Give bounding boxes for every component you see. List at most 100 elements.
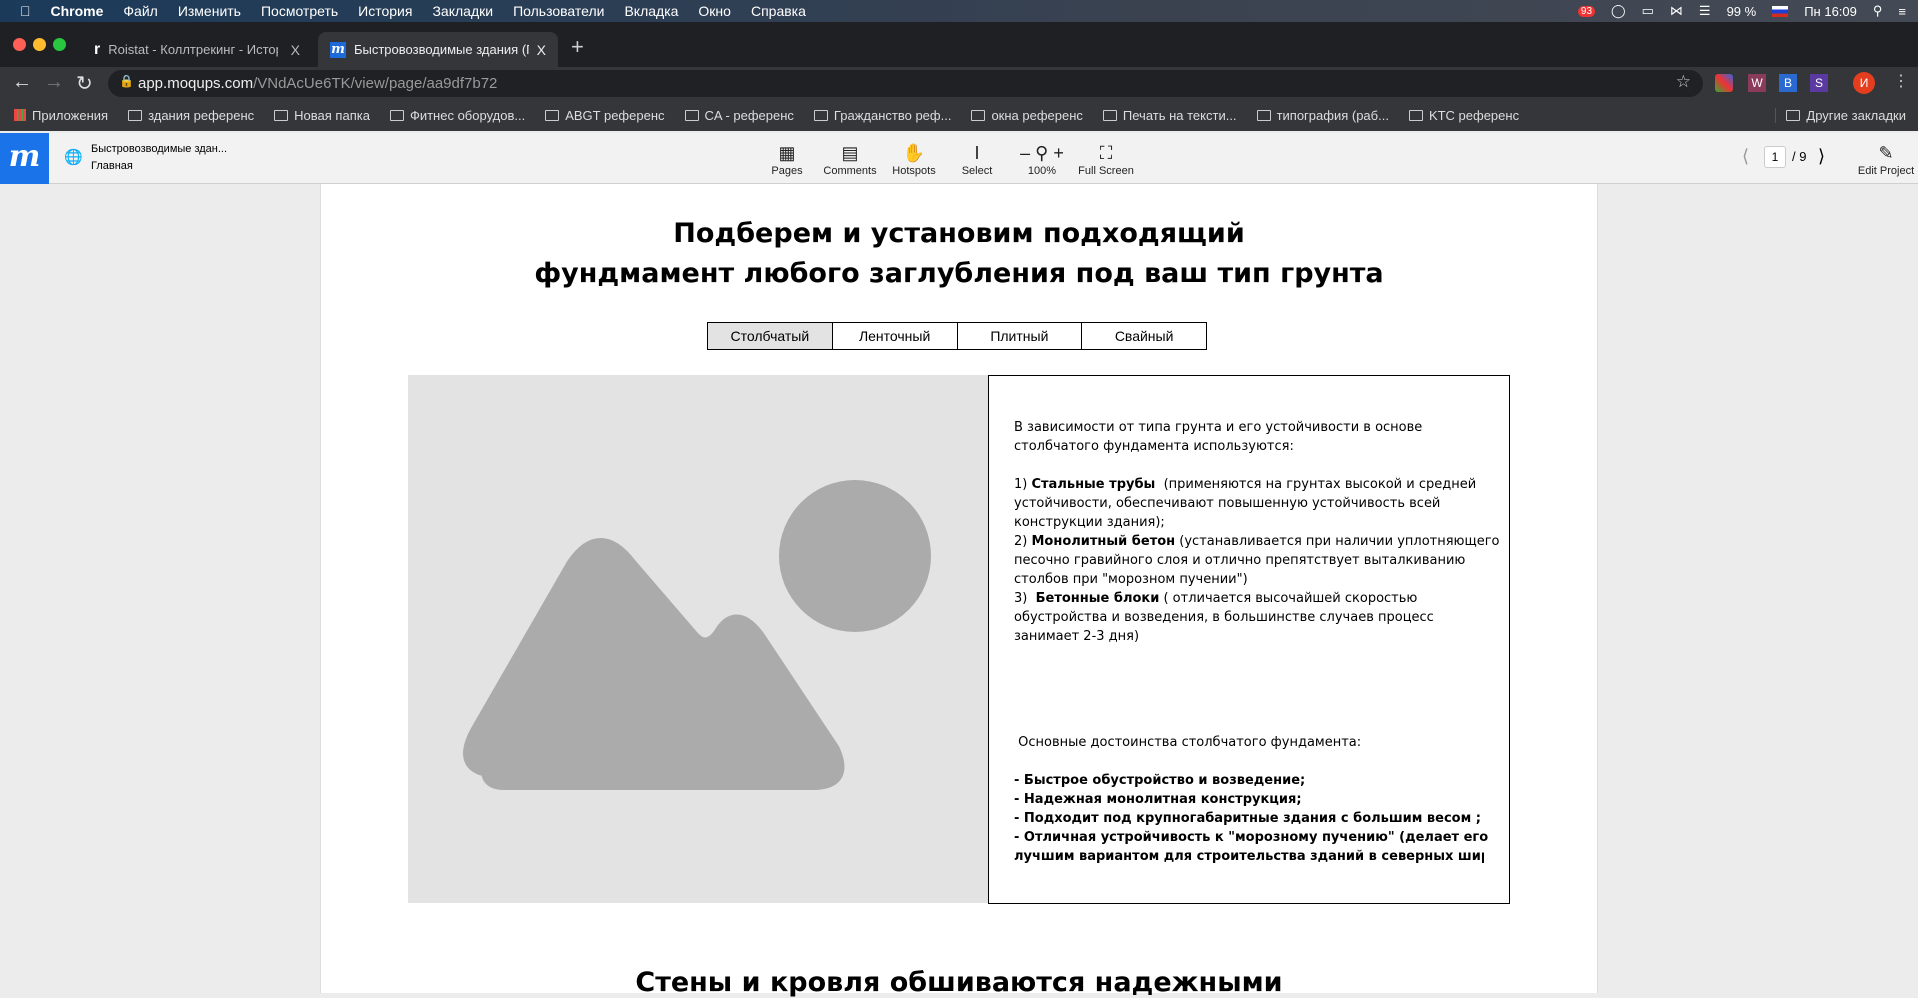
benefit-item: - Быстрое обустройство и возведение; [1014, 773, 1306, 788]
tab-pile[interactable]: Свайный [1082, 323, 1206, 349]
benefit-item: - Отличная устройчивость к "морозному пу… [1014, 830, 1489, 845]
folder-icon [1256, 110, 1271, 121]
benefit-item: - Надежная монолитная конструкция; [1014, 792, 1302, 807]
edit-project-button[interactable]: ✎ Edit Project [1856, 141, 1916, 177]
airplay-icon[interactable]: ▭ [1642, 3, 1654, 19]
battery-status[interactable]: 99 % [1727, 4, 1757, 19]
folder-icon [128, 110, 143, 121]
flag-ru-icon[interactable] [1772, 5, 1789, 17]
globe-icon[interactable]: 🌐 [64, 148, 83, 166]
creative-cloud-icon[interactable]: ◯ [1611, 3, 1626, 19]
tab-slab[interactable]: Плитный [958, 323, 1083, 349]
bookmark-item[interactable]: Новая папка [274, 108, 370, 123]
menu-edit[interactable]: Изменить [178, 3, 241, 19]
next-page-icon[interactable]: ⟩ [1818, 146, 1825, 167]
menu-tab[interactable]: Вкладка [624, 3, 678, 19]
extension-icon[interactable] [1715, 74, 1733, 92]
menu-app[interactable]: Chrome [51, 3, 104, 19]
menu-window[interactable]: Окно [698, 3, 731, 19]
other-bookmarks[interactable]: Другие закладки [1775, 108, 1906, 123]
bookmark-item[interactable]: Гражданство реф... [813, 108, 951, 123]
extension-b-icon[interactable]: B [1779, 74, 1797, 92]
apps-grid-icon [14, 109, 26, 121]
new-tab-button[interactable]: + [571, 34, 584, 60]
chrome-menu-icon[interactable]: ⋮ [1893, 71, 1909, 91]
close-window-button[interactable] [13, 38, 26, 51]
zoom-out-icon[interactable]: – [1020, 143, 1030, 163]
bookmark-item[interactable]: KTC референс [1408, 108, 1519, 123]
tab-strip-foundation[interactable]: Ленточный [833, 323, 958, 349]
back-icon[interactable]: ← [12, 71, 32, 94]
item-2: 2) Монолитный бетон (устанавливается при… [1014, 534, 1500, 549]
address-bar[interactable]: 🔒 app.moqups.com/VNdAcUe6TK/view/page/aa… [108, 70, 1703, 97]
item-1: 1) Стальные трубы (применяются на грунта… [1014, 477, 1477, 492]
minimize-window-button[interactable] [33, 38, 46, 51]
maximize-window-button[interactable] [53, 38, 66, 51]
folder-icon [545, 110, 560, 121]
bookmark-item[interactable]: здания референс [128, 108, 254, 123]
bookmark-apps[interactable]: Приложения [14, 108, 108, 123]
notification-center-icon[interactable]: ≡ [1898, 4, 1906, 19]
item-3: 3) Бетонные блоки ( отличается высочайше… [1014, 591, 1418, 606]
moqups-toolbar: m 🌐 Быстровозводимые здан... Главная ▦ Pa… [0, 133, 1918, 184]
pages-icon: ▦ [778, 143, 796, 163]
select-button[interactable]: I Select [961, 141, 993, 177]
wifi-icon[interactable]: ☰ [1699, 3, 1711, 19]
fullscreen-button[interactable]: ⛶ Full Screen [1078, 141, 1134, 177]
project-name: Быстровозводимые здан... [91, 143, 228, 155]
bookmark-item[interactable]: окна референс [971, 108, 1083, 123]
prototype-page: Подберем и установим подходящий фундмаме… [320, 184, 1598, 998]
folder-icon [274, 110, 289, 121]
bookmark-item[interactable]: CA - референс [684, 108, 794, 123]
section-title-line2: фундмамент любого заглубления под ваш ти… [534, 258, 1384, 289]
description-box: В зависимости от типа грунта и его устой… [988, 375, 1510, 904]
bookmark-item[interactable]: Печать на тексти... [1102, 108, 1237, 123]
page-number-input[interactable]: 1 [1764, 146, 1786, 168]
reload-icon[interactable]: ↻ [76, 71, 93, 96]
menu-file[interactable]: Файл [123, 3, 157, 19]
prev-page-icon[interactable]: ⟨ [1742, 146, 1749, 167]
tab-moqups[interactable]: m Быстровозводимые здания (Прототип) X [318, 32, 558, 67]
image-placeholder-icon [463, 480, 931, 790]
zoom-control[interactable]: – ⚲ +100% [1012, 141, 1072, 177]
bookmark-item[interactable]: Фитнес оборудов... [389, 108, 525, 123]
notification-badge[interactable]: 93 [1577, 5, 1596, 17]
tab-columnar[interactable]: Столбчатый [708, 323, 833, 349]
spotlight-icon[interactable]: ⚲ [1873, 3, 1883, 19]
folder-icon [1408, 110, 1423, 121]
menu-history[interactable]: История [358, 3, 412, 19]
hotspots-button[interactable]: ✋ Hotspots [889, 141, 939, 177]
moqups-logo[interactable]: m [0, 133, 49, 184]
macos-menubar:  Chrome Файл Изменить Посмотреть Истори… [0, 0, 1918, 22]
benefit-item: лучшим вариантом для строительства здани… [1014, 849, 1484, 864]
section-title-line1: Подберем и установим подходящий [673, 218, 1245, 249]
menu-bookmarks[interactable]: Закладки [432, 3, 493, 19]
menu-view[interactable]: Посмотреть [261, 3, 338, 19]
folder-icon [389, 110, 404, 121]
menu-users[interactable]: Пользователи [513, 3, 604, 19]
bookmark-item[interactable]: типография (раб... [1256, 108, 1389, 123]
roistat-favicon-icon: r [94, 40, 101, 58]
text-line: В зависимости от типа грунта и его устой… [1014, 420, 1423, 435]
clock[interactable]: Пн 16:09 [1804, 4, 1857, 19]
close-tab-icon[interactable]: X [537, 42, 546, 58]
apple-icon[interactable]:  [20, 3, 31, 19]
zoom-in-icon[interactable]: + [1053, 143, 1064, 163]
text-line: занимает 2-3 дня) [1014, 629, 1140, 644]
pages-button[interactable]: ▦ Pages [770, 141, 804, 177]
bluetooth-icon[interactable]: ⋈ [1670, 3, 1683, 19]
tab-roistat[interactable]: r Roistat - Коллтрекинг - История X [82, 32, 312, 67]
comment-icon: ▤ [841, 143, 859, 163]
url-host: app.moqups.com [138, 75, 254, 92]
tab-strip: r Roistat - Коллтрекинг - История X m Бы… [0, 22, 1918, 67]
bookmark-item[interactable]: ABGT референс [545, 108, 665, 123]
bookmark-star-icon[interactable]: ☆ [1676, 72, 1691, 92]
tab-title: Быстровозводимые здания (Прототип) [353, 42, 529, 57]
menu-help[interactable]: Справка [751, 3, 806, 19]
comments-button[interactable]: ▤ Comments [822, 141, 878, 177]
forward-icon[interactable]: → [44, 71, 64, 94]
extension-w-icon[interactable]: W [1748, 74, 1766, 92]
close-tab-icon[interactable]: X [291, 42, 300, 58]
extension-s-icon[interactable]: S [1810, 74, 1828, 92]
profile-avatar[interactable]: И [1853, 72, 1875, 94]
